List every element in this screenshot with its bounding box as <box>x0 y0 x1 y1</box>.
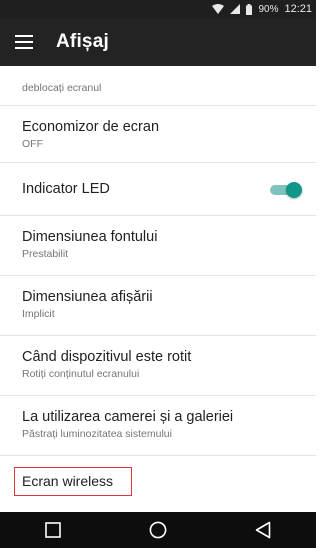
setting-summary: Prestabilit <box>22 248 69 260</box>
home-circle-icon[interactable] <box>138 515 178 545</box>
setting-item-rotation[interactable]: Când dispozitivul este rotit Rotiți conț… <box>0 336 316 396</box>
setting-title: Dimensiunea afișării <box>22 289 153 305</box>
setting-item-led-indicator[interactable]: Indicator LED <box>0 163 316 216</box>
app-toolbar: Afișaj <box>0 18 316 66</box>
signal-icon <box>230 4 241 14</box>
setting-summary: Rotiți conținutul ecranului <box>22 368 140 380</box>
setting-item-screen-saver[interactable]: Economizor de ecran OFF <box>0 106 316 163</box>
hamburger-menu-icon[interactable] <box>10 28 38 56</box>
battery-icon <box>246 3 253 15</box>
setting-summary: Implicit <box>22 308 55 320</box>
setting-item-font-size[interactable]: Dimensiunea fontului Prestabilit <box>0 216 316 276</box>
battery-percent: 90% <box>258 3 279 15</box>
setting-item-display-size[interactable]: Dimensiunea afișării Implicit <box>0 276 316 336</box>
setting-title: Când dispozitivul este rotit <box>22 349 192 365</box>
setting-summary: OFF <box>22 138 43 150</box>
setting-summary: deblocați ecranul <box>22 82 102 94</box>
settings-list: deblocați ecranul Economizor de ecran OF… <box>0 66 316 512</box>
toggle-thumb <box>286 182 302 198</box>
setting-item-camera-gallery[interactable]: La utilizarea camerei și a galeriei Păst… <box>0 396 316 456</box>
setting-item-wireless-display[interactable]: Ecran wireless <box>0 456 316 496</box>
led-toggle-switch[interactable] <box>268 182 302 198</box>
setting-title: Ecran wireless <box>22 473 114 489</box>
setting-title: Economizor de ecran <box>22 119 160 135</box>
back-triangle-icon[interactable] <box>243 515 283 545</box>
recents-square-icon[interactable] <box>33 515 73 545</box>
setting-summary: Păstrați luminozitatea sistemului <box>22 428 172 440</box>
setting-title: Indicator LED <box>22 181 110 197</box>
wireless-display-highlight: Ecran wireless <box>14 467 133 496</box>
setting-title: Dimensiunea fontului <box>22 229 158 245</box>
system-nav-bar <box>0 512 316 548</box>
page-title: Afișaj <box>56 31 109 52</box>
wifi-icon <box>212 4 225 14</box>
clock: 12:21 <box>284 3 312 15</box>
status-bar: 90% 12:21 <box>0 0 316 18</box>
setting-item-lock-screen[interactable]: deblocați ecranul <box>0 66 316 106</box>
setting-title: La utilizarea camerei și a galeriei <box>22 409 234 425</box>
